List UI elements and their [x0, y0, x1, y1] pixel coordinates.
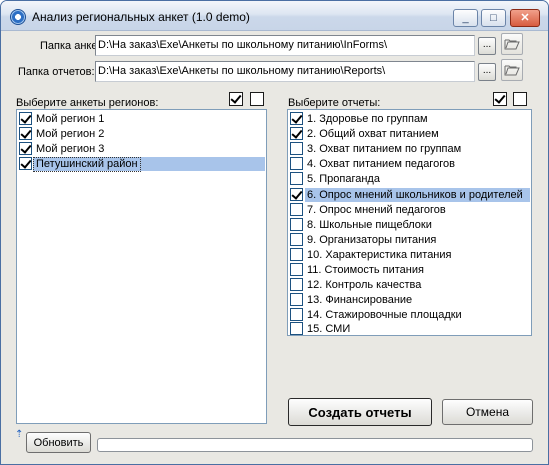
report-label-9: 9. Организаторы питания — [307, 234, 437, 246]
reports-open-folder-button[interactable] — [501, 59, 523, 81]
window-title: Анализ региональных анкет (1.0 demo) — [32, 10, 250, 24]
regions-clear-all-checkbox[interactable] — [250, 92, 264, 106]
report-checkbox-12[interactable] — [290, 277, 303, 291]
report-checkbox-13[interactable] — [290, 292, 303, 306]
region-label-3: Мой регион 3 — [36, 143, 105, 155]
region-checkbox-3[interactable] — [19, 141, 32, 155]
report-label-4: 4. Охват питанием педагогов — [307, 158, 455, 170]
report-item-6[interactable]: 6. Опрос мнений школьников и родителей — [290, 187, 529, 202]
regions-select-all-checkbox[interactable] — [229, 92, 243, 106]
close-button[interactable]: ✕ — [510, 9, 540, 27]
report-label-11: 11. Стоимость питания — [307, 264, 424, 276]
minimize-button[interactable]: _ — [453, 9, 478, 27]
cancel-button[interactable]: Отмена — [442, 399, 533, 425]
report-checkbox-14[interactable] — [290, 307, 303, 321]
reports-folder-label: Папка отчетов: — [18, 66, 95, 78]
report-checkbox-4[interactable] — [290, 156, 303, 170]
reports-header: Выберите отчеты: — [288, 97, 381, 109]
refresh-button[interactable]: Обновить — [26, 432, 91, 453]
report-item-12[interactable]: 12. Контроль качества — [290, 277, 529, 292]
region-checkbox-1[interactable] — [19, 111, 32, 125]
progress-bar — [97, 438, 533, 452]
ankety-browse-button[interactable]: ... — [478, 37, 496, 55]
region-checkbox-4[interactable] — [19, 156, 32, 170]
report-item-13[interactable]: 13. Финансирование — [290, 292, 529, 307]
report-checkbox-8[interactable] — [290, 217, 303, 231]
ankety-open-folder-button[interactable] — [501, 33, 523, 55]
reports-list[interactable]: 1. Здоровье по группам 2. Общий охват пи… — [287, 109, 532, 336]
close-icon: ✕ — [520, 11, 530, 24]
report-item-8[interactable]: 8. Школьные пищеблоки — [290, 217, 529, 232]
regions-header: Выберите анкеты регионов: — [16, 97, 159, 109]
region-item-3[interactable]: Мой регион 3 — [19, 141, 264, 156]
report-checkbox-11[interactable] — [290, 262, 303, 276]
report-item-4[interactable]: 4. Охват питанием педагогов — [290, 156, 529, 171]
maximize-button[interactable]: □ — [481, 9, 506, 27]
report-item-7[interactable]: 7. Опрос мнений педагогов — [290, 202, 529, 217]
report-item-5[interactable]: 5. Пропаганда — [290, 171, 529, 186]
report-item-1[interactable]: 1. Здоровье по группам — [290, 111, 529, 126]
report-label-5: 5. Пропаганда — [307, 173, 380, 185]
region-checkbox-2[interactable] — [19, 126, 32, 140]
report-label-7: 7. Опрос мнений педагогов — [307, 204, 446, 216]
region-label-1: Мой регион 1 — [36, 113, 105, 125]
ankety-folder-field[interactable]: D:\На заказ\Exe\Анкеты по школьному пита… — [95, 35, 475, 56]
reports-select-all-checkbox[interactable] — [493, 92, 507, 106]
report-checkbox-7[interactable] — [290, 202, 303, 216]
create-reports-button[interactable]: Создать отчеты — [288, 398, 432, 426]
report-item-9[interactable]: 9. Организаторы питания — [290, 232, 529, 247]
report-checkbox-3[interactable] — [290, 141, 303, 155]
report-label-15: 15. СМИ — [307, 323, 351, 335]
maximize-icon: □ — [490, 11, 497, 24]
region-label-2: Мой регион 2 — [36, 128, 105, 140]
report-label-12: 12. Контроль качества — [307, 279, 422, 291]
report-checkbox-10[interactable] — [290, 247, 303, 261]
title-bar[interactable]: Анализ региональных анкет (1.0 demo) _ □… — [1, 1, 548, 31]
folder-open-icon — [504, 65, 520, 76]
report-item-3[interactable]: 3. Охват питанием по группам — [290, 141, 529, 156]
report-label-2: 2. Общий охват питанием — [307, 128, 439, 140]
report-label-13: 13. Финансирование — [307, 294, 413, 306]
regions-list[interactable]: Мой регион 1 Мой регион 2 Мой регион 3 П… — [16, 109, 267, 424]
report-item-15[interactable]: 15. СМИ — [290, 321, 529, 336]
reports-clear-all-checkbox[interactable] — [513, 92, 527, 106]
report-item-14[interactable]: 14. Стажировочные площадки — [290, 307, 529, 322]
report-checkbox-15[interactable] — [290, 321, 303, 335]
report-label-1: 1. Здоровье по группам — [307, 113, 428, 125]
report-label-6: 6. Опрос мнений школьников и родителей — [307, 189, 523, 201]
app-icon — [10, 9, 26, 25]
report-item-2[interactable]: 2. Общий охват питанием — [290, 126, 529, 141]
reports-folder-field[interactable]: D:\На заказ\Exe\Анкеты по школьному пита… — [95, 61, 475, 82]
report-checkbox-9[interactable] — [290, 232, 303, 246]
report-checkbox-2[interactable] — [290, 126, 303, 140]
reports-browse-button[interactable]: ... — [478, 63, 496, 81]
report-checkbox-6[interactable] — [290, 187, 303, 201]
region-label-4: Петушинский район — [33, 157, 141, 172]
resize-grip-icon: ⇡ — [15, 429, 24, 440]
report-label-3: 3. Охват питанием по группам — [307, 143, 462, 155]
report-label-8: 8. Школьные пищеблоки — [307, 219, 432, 231]
folder-open-icon — [504, 39, 520, 50]
report-label-14: 14. Стажировочные площадки — [307, 309, 462, 321]
report-item-10[interactable]: 10. Характеристика питания — [290, 247, 529, 262]
region-item-4[interactable]: Петушинский район — [19, 156, 264, 172]
minimize-icon: _ — [462, 11, 469, 24]
report-checkbox-5[interactable] — [290, 171, 303, 185]
region-item-2[interactable]: Мой регион 2 — [19, 126, 264, 141]
main-window: Анализ региональных анкет (1.0 demo) _ □… — [0, 0, 549, 465]
report-label-10: 10. Характеристика питания — [307, 249, 452, 261]
report-item-11[interactable]: 11. Стоимость питания — [290, 262, 529, 277]
region-item-1[interactable]: Мой регион 1 — [19, 111, 264, 126]
report-checkbox-1[interactable] — [290, 111, 303, 125]
